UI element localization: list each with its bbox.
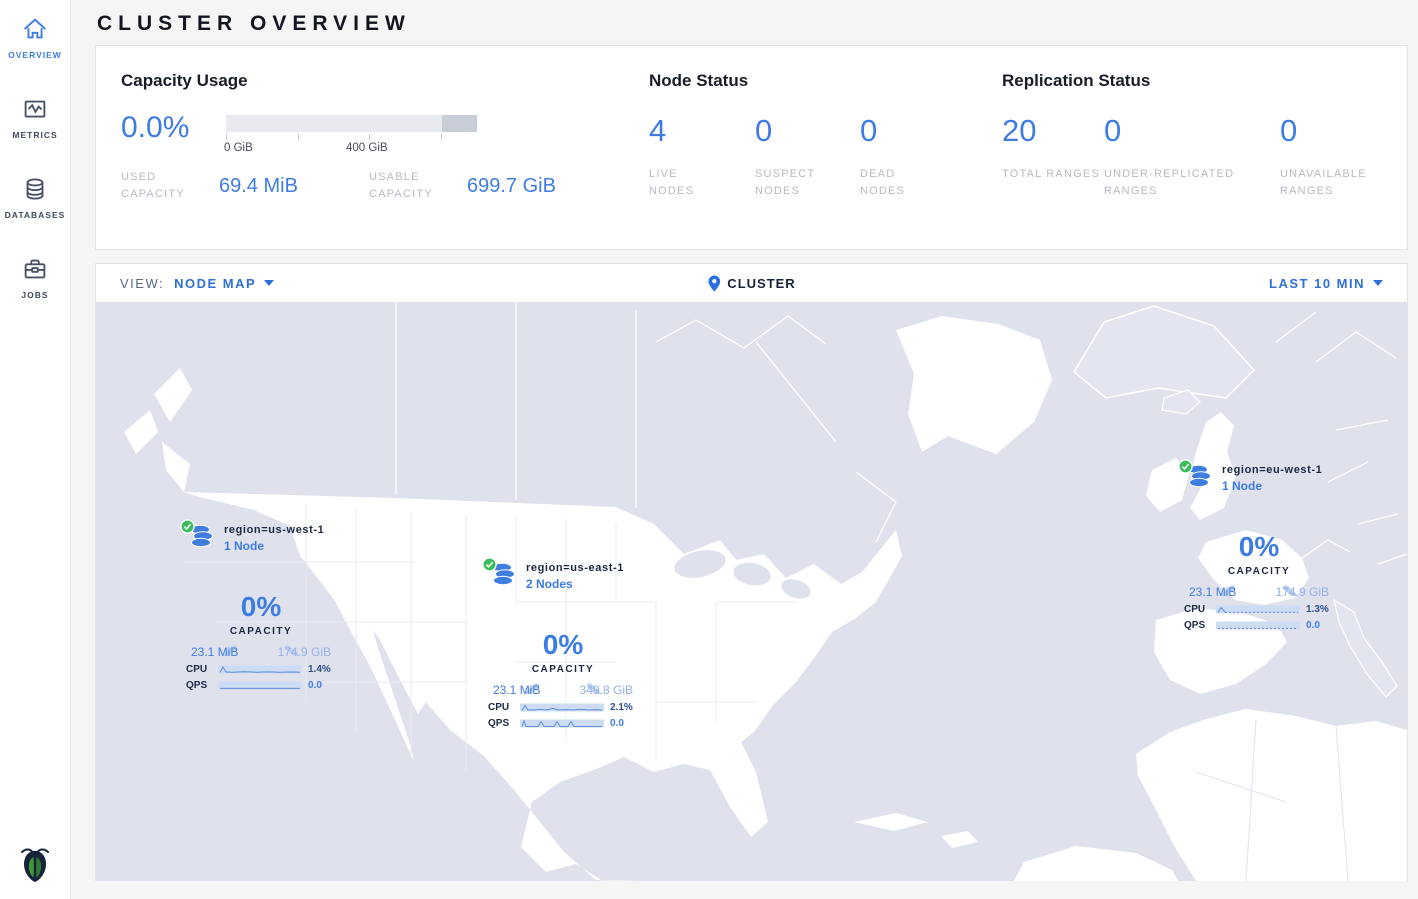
node-count-label: 1 Node — [224, 539, 324, 553]
cpu-sparkline — [218, 664, 302, 675]
sidebar-item-label: METRICS — [12, 130, 57, 140]
sidebar-item-metrics[interactable]: METRICS — [0, 80, 70, 160]
svg-text:CAPACITY: CAPACITY — [230, 626, 292, 637]
sidebar-item-jobs[interactable]: JOBS — [0, 240, 70, 320]
node-locality-link[interactable]: region=us-east-1 2 Nodes — [478, 562, 648, 592]
node-locality-link[interactable]: region=eu-west-1 1 Node — [1174, 464, 1344, 494]
sidebar-item-databases[interactable]: DATABASES — [0, 160, 70, 240]
node-map[interactable]: region=us-west-1 1 Node 0% CAPACITY 23.1… — [96, 302, 1407, 881]
sidebar-item-label: OVERVIEW — [8, 50, 62, 60]
capacity-axis-tick-0: 0 GiB — [224, 142, 253, 154]
node-card-eu-west-1[interactable]: region=eu-west-1 1 Node 0% CAPACITY 23.1… — [1174, 464, 1344, 631]
unavailable-ranges-stat: 0 UNAVAILABLE RANGES — [1280, 113, 1407, 200]
cpu-sparkline — [520, 702, 604, 713]
map-pin-icon — [707, 275, 720, 292]
qps-value: 0.0 — [1306, 620, 1320, 631]
cluster-breadcrumb[interactable]: CLUSTER — [707, 275, 795, 292]
time-range-selector[interactable]: LAST 10 MIN — [1269, 276, 1383, 291]
replication-status-title: Replication Status — [1002, 71, 1407, 91]
node-locality-link[interactable]: region=us-west-1 1 Node — [176, 524, 346, 554]
cockroachdb-logo — [18, 842, 52, 891]
qps-row: QPS 0.0 — [1174, 620, 1344, 631]
cpu-value: 1.4% — [308, 664, 331, 675]
node-map-panel: VIEW: NODE MAP CLUSTER LAST 10 MIN — [95, 263, 1408, 881]
chevron-down-icon — [1373, 280, 1383, 286]
capacity-axis-tick-400: 400 GiB — [346, 142, 388, 154]
node-region-label: region=us-west-1 — [224, 524, 324, 536]
qps-row: QPS 0.0 — [478, 718, 648, 729]
node-card-us-east-1[interactable]: region=us-east-1 2 Nodes 0% CAPACITY 23.… — [478, 562, 648, 729]
live-nodes-stat: 4 LIVE NODES — [649, 113, 755, 200]
healthy-check-icon — [1178, 459, 1193, 479]
view-label: VIEW: — [120, 276, 164, 291]
capacity-bar: 0 GiB 400 GiB — [226, 115, 477, 157]
chevron-down-icon — [264, 280, 274, 286]
qps-row: QPS 0.0 — [176, 680, 346, 691]
node-region-label: region=us-east-1 — [526, 562, 624, 574]
cluster-summary-panel: Capacity Usage 0.0% 0 GiB 400 GiB — [95, 45, 1408, 250]
total-ranges-stat: 20 TOTAL RANGES — [1002, 113, 1104, 200]
svg-text:0%: 0% — [543, 629, 584, 660]
main-content: CLUSTER OVERVIEW Capacity Usage 0.0% 0 G… — [71, 0, 1418, 899]
capacity-usage-title: Capacity Usage — [121, 71, 649, 91]
cpu-sparkline — [1216, 604, 1300, 615]
svg-text:0%: 0% — [241, 591, 282, 622]
capacity-bar-dark-segment — [442, 115, 477, 132]
capacity-usage-section: Capacity Usage 0.0% 0 GiB 400 GiB — [121, 71, 649, 249]
node-total-capacity: 174.9 GiB — [278, 645, 331, 659]
healthy-check-icon — [180, 519, 195, 539]
used-capacity-value: 69.4 MiB — [219, 175, 298, 198]
cpu-row: CPU 1.4% — [176, 664, 346, 675]
used-capacity-label: USED CAPACITY — [121, 169, 201, 203]
sidebar: OVERVIEW METRICS DATABASES JOBS — [0, 0, 71, 899]
node-region-label: region=eu-west-1 — [1222, 464, 1322, 476]
node-status-title: Node Status — [649, 71, 997, 91]
node-count-label: 1 Node — [1222, 479, 1322, 493]
svg-text:CAPACITY: CAPACITY — [532, 664, 594, 675]
dead-nodes-stat: 0 DEAD NODES — [860, 113, 997, 200]
suspect-nodes-stat: 0 SUSPECT NODES — [755, 113, 860, 200]
sidebar-item-label: JOBS — [21, 290, 48, 300]
home-icon — [20, 14, 50, 44]
view-selector[interactable]: NODE MAP — [174, 276, 274, 291]
node-total-capacity: 349.8 GiB — [580, 683, 633, 697]
qps-sparkline — [218, 680, 302, 691]
sidebar-item-label: DATABASES — [5, 210, 66, 220]
database-icon — [20, 174, 50, 204]
map-toolbar: VIEW: NODE MAP CLUSTER LAST 10 MIN — [96, 264, 1407, 302]
under-replicated-ranges-stat: 0 UNDER-REPLICATED RANGES — [1104, 113, 1280, 200]
svg-text:0%: 0% — [1239, 531, 1280, 562]
qps-value: 0.0 — [610, 718, 624, 729]
sidebar-item-overview[interactable]: OVERVIEW — [0, 0, 70, 80]
usable-capacity-value: 699.7 GiB — [467, 175, 556, 198]
node-used-capacity: 23.1 MiB — [191, 645, 238, 659]
page-title: CLUSTER OVERVIEW — [97, 12, 1418, 36]
qps-sparkline — [1216, 620, 1300, 631]
svg-text:CAPACITY: CAPACITY — [1228, 566, 1290, 577]
node-total-capacity: 174.9 GiB — [1276, 585, 1329, 599]
node-used-capacity: 23.1 MiB — [1189, 585, 1236, 599]
cpu-row: CPU 2.1% — [478, 702, 648, 713]
capacity-used-percent: 0.0% — [121, 111, 226, 157]
cpu-row: CPU 1.3% — [1174, 604, 1344, 615]
cpu-value: 2.1% — [610, 702, 633, 713]
qps-sparkline — [520, 718, 604, 729]
node-card-us-west-1[interactable]: region=us-west-1 1 Node 0% CAPACITY 23.1… — [176, 524, 346, 691]
node-status-section: Node Status 4 LIVE NODES 0 SUSPECT NODES… — [649, 71, 997, 249]
qps-value: 0.0 — [308, 680, 322, 691]
node-count-label: 2 Nodes — [526, 577, 624, 591]
node-used-capacity: 23.1 MiB — [493, 683, 540, 697]
cpu-value: 1.3% — [1306, 604, 1329, 615]
briefcase-icon — [20, 254, 50, 284]
replication-status-section: Replication Status 20 TOTAL RANGES 0 UND… — [997, 71, 1407, 249]
usable-capacity-label: USABLE CAPACITY — [369, 169, 449, 203]
healthy-check-icon — [482, 557, 497, 577]
metrics-chart-icon — [20, 94, 50, 124]
